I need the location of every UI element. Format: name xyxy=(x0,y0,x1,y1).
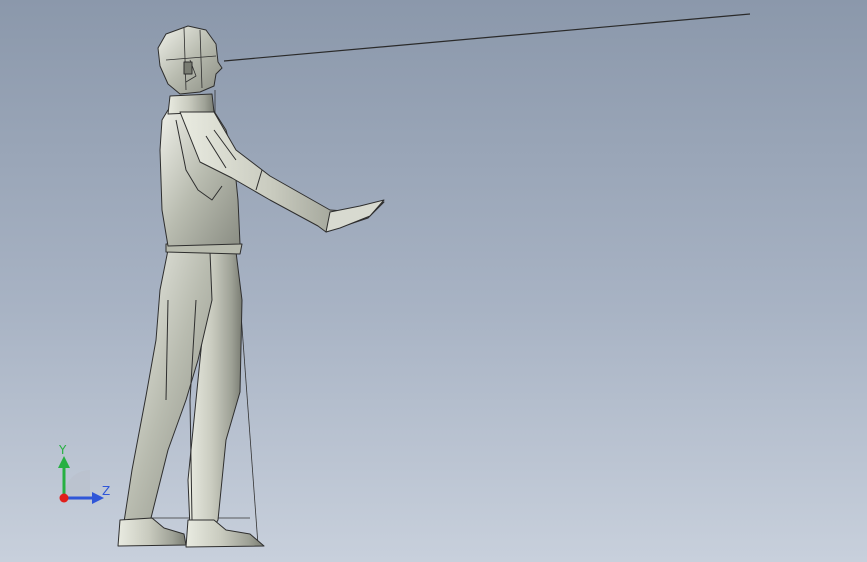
coordinate-triad[interactable]: Y Z xyxy=(44,440,124,520)
axis-x-origin-icon xyxy=(59,493,69,503)
graphics-viewport[interactable]: Y Z xyxy=(0,0,867,562)
sight-line[interactable] xyxy=(223,13,751,62)
axis-y-label: Y xyxy=(59,443,67,457)
axis-z-label: Z xyxy=(102,484,111,498)
ear xyxy=(183,61,193,75)
hand xyxy=(325,199,385,233)
3d-scene[interactable] xyxy=(0,0,867,562)
human-manikin-model[interactable] xyxy=(117,25,385,548)
reference-line xyxy=(239,299,259,546)
axis-y-arrow-icon xyxy=(58,456,70,468)
shoe-front xyxy=(117,517,187,547)
shoe-rear xyxy=(185,519,265,548)
triad-graphic xyxy=(58,456,104,504)
collar xyxy=(167,93,215,115)
triad-quadrant xyxy=(64,470,90,500)
